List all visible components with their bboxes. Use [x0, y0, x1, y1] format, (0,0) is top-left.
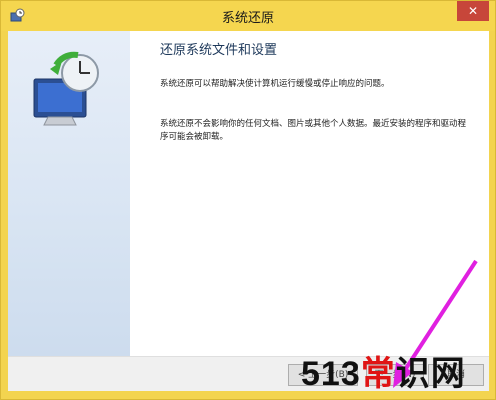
side-panel: [8, 31, 130, 356]
watermark-prefix: 513: [301, 355, 361, 393]
watermark-logo: 513常识网: [301, 346, 466, 395]
description-paragraph-1: 系统还原可以帮助解决使计算机运行缓慢或停止响应的问题。: [160, 79, 390, 89]
close-button[interactable]: ✕: [457, 1, 489, 21]
watermark-mid: 常: [360, 355, 396, 393]
watermark-suffix: 识网: [395, 355, 466, 393]
title-bar[interactable]: 系统还原 ✕: [1, 1, 495, 31]
system-restore-window: 系统还原 ✕ 还原系统文件和设置 系统还原可以帮助解决使计算机运行缓慢或停止响应…: [0, 0, 496, 400]
window-title: 系统还原: [221, 11, 274, 26]
system-restore-hero-icon: [33, 51, 99, 126]
page-heading: 还原系统文件和设置: [160, 43, 278, 58]
description-paragraph-2: 系统还原不会影响你的任何文档、图片或其他个人数据。最近安装的程序和驱动程序可能会…: [160, 119, 467, 142]
